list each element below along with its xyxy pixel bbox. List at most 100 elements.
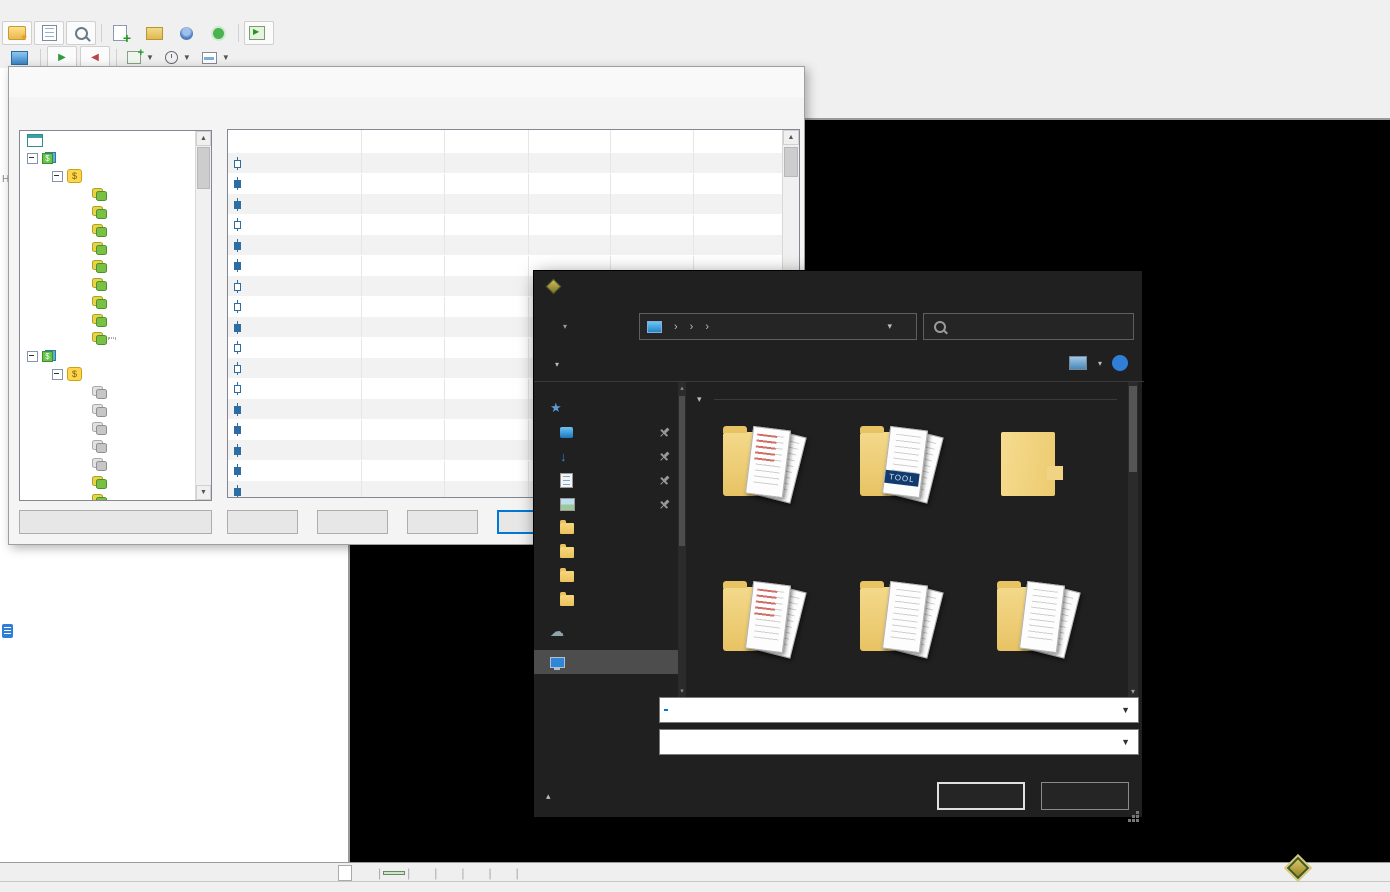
scrollbar-thumb[interactable]: [197, 147, 210, 189]
tree-item-1 分钟图[interactable]: [20, 383, 211, 401]
tab-scroll-button[interactable]: [338, 865, 352, 881]
view-mode-icon[interactable]: [1069, 356, 1087, 370]
cancel-button[interactable]: [1041, 782, 1129, 810]
sidebar-item-OneDrive - Pers[interactable]: ☁: [534, 619, 678, 643]
chart-tab-0[interactable]: [356, 872, 376, 874]
tree-item-SILVER[interactable]: [20, 347, 211, 365]
sidebar-scrollbar[interactable]: ▴ ▾: [678, 382, 686, 697]
tree-item-30 分钟图[interactable]: [20, 239, 211, 257]
mailbox-button[interactable]: [139, 21, 169, 45]
column-header-0[interactable]: [228, 130, 362, 153]
chart-tab-3[interactable]: [439, 872, 459, 874]
download-button[interactable]: [19, 510, 212, 534]
tree-expand-icon[interactable]: [27, 351, 38, 362]
help-button[interactable]: [731, 73, 751, 91]
folder-tile[interactable]: [697, 575, 821, 665]
folder-icon[interactable]: [987, 575, 1079, 663]
tree-scrollbar[interactable]: ▲ ▼: [195, 131, 211, 500]
resize-grip[interactable]: [1136, 811, 1139, 814]
recent-locations-chevron-icon[interactable]: ▾: [563, 322, 567, 331]
tree-item-月线图[interactable]: [20, 329, 211, 347]
folder-icon[interactable]: [713, 420, 805, 508]
search-box[interactable]: [923, 313, 1134, 340]
sidebar-item-此电脑[interactable]: [534, 650, 678, 674]
column-header-5[interactable]: [694, 130, 783, 153]
column-header-3[interactable]: [529, 130, 611, 153]
folder-icon[interactable]: [713, 575, 805, 663]
sidebar-item-下载[interactable]: ↓: [534, 444, 678, 468]
chart-tab-2[interactable]: [412, 872, 432, 874]
table-row[interactable]: [228, 174, 783, 194]
history-center-button[interactable]: [66, 21, 96, 45]
list-scrollbar[interactable]: ▾: [1128, 382, 1138, 697]
journal-button[interactable]: [34, 21, 64, 45]
folder-icon[interactable]: [850, 575, 942, 663]
tree-expand-icon[interactable]: [52, 171, 63, 182]
tree-item-5 分钟图[interactable]: [20, 401, 211, 419]
edit-button[interactable]: [317, 510, 388, 534]
sidebar-item-Desktop[interactable]: [534, 420, 678, 444]
filename-input[interactable]: ▼: [659, 697, 1139, 723]
sidebar-item-近期稿件[interactable]: [534, 564, 678, 588]
tree-item-4 小时图[interactable]: [20, 275, 211, 293]
address-bar[interactable]: › › › ▾: [639, 313, 917, 340]
collapse-chevron-icon[interactable]: ▾: [697, 394, 702, 405]
close-button[interactable]: [775, 73, 795, 91]
tree-item-1 分钟图[interactable]: [20, 185, 211, 203]
hide-folders-button[interactable]: ▴: [546, 791, 558, 802]
chevron-down-icon[interactable]: ▾: [1098, 359, 1102, 368]
folder-icon[interactable]: [850, 420, 942, 508]
address-dropdown-chevron-icon[interactable]: ▾: [879, 321, 900, 332]
chart-tab-5[interactable]: [494, 872, 514, 874]
column-header-2[interactable]: [445, 130, 529, 153]
scrollbar-thumb[interactable]: [784, 147, 798, 177]
sidebar-item-文档[interactable]: [534, 468, 678, 492]
dialog-title-bar[interactable]: [9, 67, 804, 97]
column-header-4[interactable]: [611, 130, 694, 153]
tree-expand-icon[interactable]: [52, 369, 63, 380]
table-row[interactable]: [228, 153, 783, 173]
expert-button[interactable]: [171, 21, 201, 45]
favorites-button[interactable]: [2, 21, 32, 45]
table-row[interactable]: [228, 194, 783, 214]
help-icon[interactable]: [1112, 355, 1128, 371]
chart-tab-1[interactable]: [383, 871, 405, 875]
scroll-down-icon[interactable]: ▾: [1128, 687, 1138, 696]
tree-item-日线图[interactable]: [20, 491, 211, 501]
scrollbar-thumb[interactable]: [1129, 386, 1137, 472]
auto-trading-button[interactable]: [244, 21, 274, 45]
column-header-1[interactable]: [362, 130, 445, 153]
chevron-down-icon[interactable]: ▼: [1121, 705, 1130, 715]
tree-item-SILVER[interactable]: $: [20, 365, 211, 383]
sidebar-item-同行活动对比[interactable]: [534, 588, 678, 612]
folder-tile[interactable]: [697, 420, 821, 510]
folder-tile[interactable]: [834, 575, 958, 665]
tree-item-1 小时图[interactable]: [20, 257, 211, 275]
tree-item-4 小时图[interactable]: [20, 473, 211, 491]
chevron-down-icon[interactable]: ▼: [1121, 737, 1130, 747]
tree-expand-icon[interactable]: [27, 153, 38, 164]
tree-item-周线图[interactable]: [20, 311, 211, 329]
folder-tile[interactable]: [971, 420, 1095, 510]
sidebar-item-快速访问[interactable]: ★: [534, 396, 678, 420]
scroll-up-icon[interactable]: ▴: [678, 384, 686, 392]
tree-item-1 小时图[interactable]: [20, 455, 211, 473]
filetype-select[interactable]: ▼: [659, 729, 1139, 755]
dialog-title-bar[interactable]: [534, 271, 1142, 305]
table-row[interactable]: [228, 235, 783, 255]
scroll-up-icon[interactable]: ▲: [783, 130, 799, 145]
tree-item-GOLD[interactable]: [20, 149, 211, 167]
close-button[interactable]: [1108, 276, 1136, 298]
organize-button[interactable]: ▾: [554, 356, 559, 370]
table-row[interactable]: [228, 215, 783, 235]
scrollbar-thumb[interactable]: [679, 396, 685, 546]
scroll-up-icon[interactable]: ▲: [196, 131, 211, 146]
group-header[interactable]: ▾: [697, 394, 1117, 405]
new-order-button[interactable]: [107, 21, 137, 45]
scroll-down-icon[interactable]: ▼: [196, 485, 211, 500]
symbols-tree[interactable]: $$ ▲ ▼: [19, 130, 212, 501]
folder-tile[interactable]: [834, 420, 958, 510]
sidebar-item-SEO文章[interactable]: [534, 516, 678, 540]
save-button[interactable]: [937, 782, 1025, 810]
chart-tab-4[interactable]: [467, 872, 487, 874]
